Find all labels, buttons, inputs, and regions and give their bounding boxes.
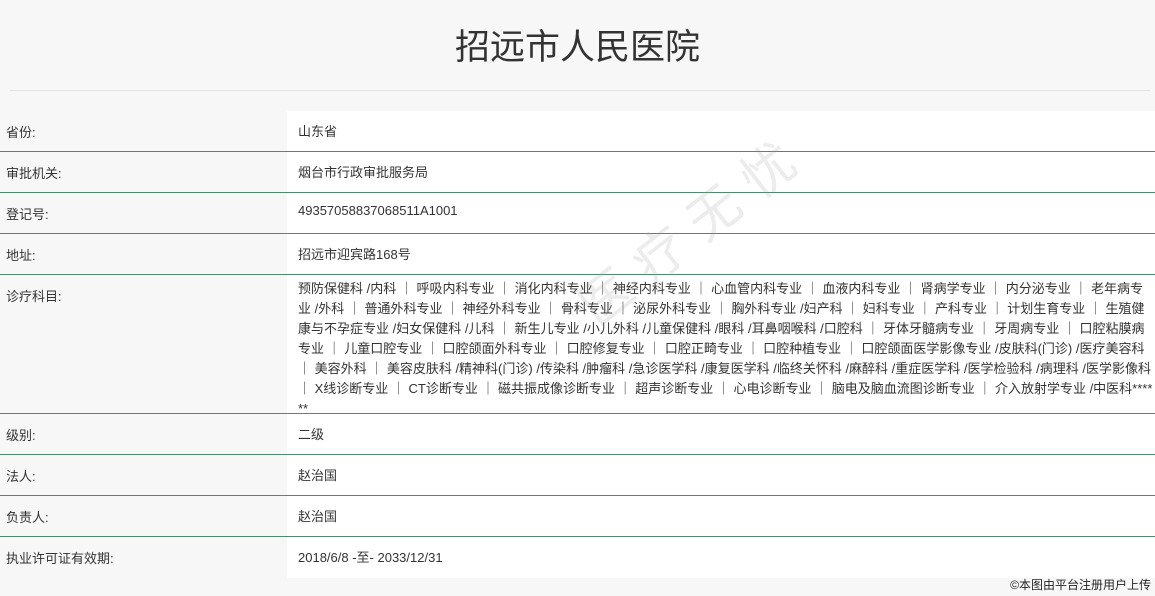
row-value: 预防保健科 /内科 ｜ 呼吸内科专业 ｜ 消化内科专业 ｜ 神经内科专业 ｜ 心… bbox=[287, 275, 1155, 416]
table-row-level: 级别: 二级 bbox=[0, 414, 1155, 455]
row-value: 赵治国 bbox=[287, 455, 1155, 495]
row-value: 招远市迎宾路168号 bbox=[287, 234, 1155, 274]
row-value: 二级 bbox=[287, 414, 1155, 454]
row-value: 49357058837068511A1001 bbox=[287, 193, 1155, 233]
row-value: 山东省 bbox=[287, 111, 1155, 151]
row-label: 诊疗科目: bbox=[0, 275, 287, 413]
title-divider bbox=[10, 90, 1150, 91]
table-row-departments: 诊疗科目: 预防保健科 /内科 ｜ 呼吸内科专业 ｜ 消化内科专业 ｜ 神经内科… bbox=[0, 275, 1155, 416]
info-table: 省份: 山东省 审批机关: 烟台市行政审批服务局 登记号: 4935705883… bbox=[0, 111, 1155, 578]
row-value: 赵治国 bbox=[287, 496, 1155, 536]
row-label: 执业许可证有效期: bbox=[0, 537, 287, 578]
row-label: 省份: bbox=[0, 111, 287, 151]
page-title: 招远市人民医院 bbox=[454, 28, 700, 68]
upload-credit: ©本图由平台注册用户上传 bbox=[1010, 578, 1151, 592]
row-label: 负责人: bbox=[0, 496, 287, 536]
table-row-province: 省份: 山东省 bbox=[0, 111, 1155, 152]
row-label: 登记号: bbox=[0, 193, 287, 233]
row-value: 烟台市行政审批服务局 bbox=[287, 152, 1155, 192]
table-row-legal-person: 法人: 赵治国 bbox=[0, 455, 1155, 496]
table-row-approval-authority: 审批机关: 烟台市行政审批服务局 bbox=[0, 152, 1155, 193]
table-row-address: 地址: 招远市迎宾路168号 bbox=[0, 234, 1155, 275]
table-row-license-validity: 执业许可证有效期: 2018/6/8 -至- 2033/12/31 bbox=[0, 537, 1155, 578]
row-label: 法人: bbox=[0, 455, 287, 495]
row-label: 地址: bbox=[0, 234, 287, 274]
page: 招远市人民医院 省份: 山东省 审批机关: 烟台市行政审批服务局 登记号: 49… bbox=[0, 0, 1155, 596]
row-value: 2018/6/8 -至- 2033/12/31 bbox=[287, 537, 1155, 578]
row-label: 审批机关: bbox=[0, 152, 287, 192]
table-row-person-in-charge: 负责人: 赵治国 bbox=[0, 496, 1155, 537]
row-label: 级别: bbox=[0, 414, 287, 454]
table-row-registration-number: 登记号: 49357058837068511A1001 bbox=[0, 193, 1155, 234]
